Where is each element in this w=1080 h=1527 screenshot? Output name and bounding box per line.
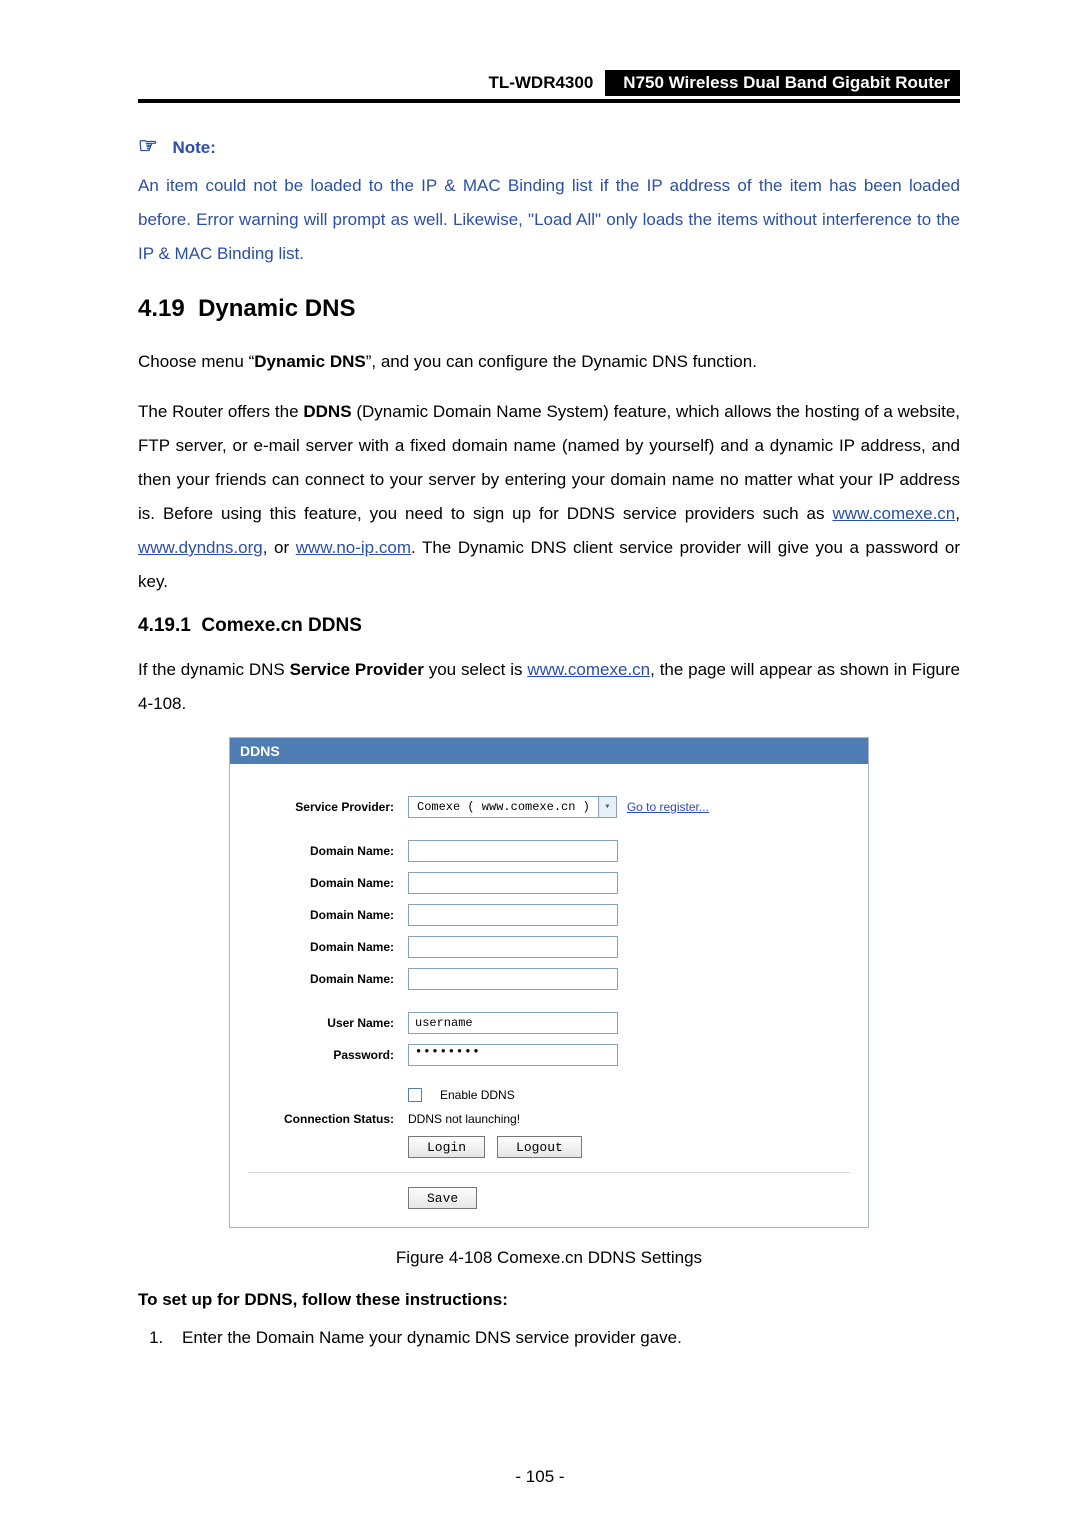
setup-heading: To set up for DDNS, follow these instruc… (138, 1290, 960, 1310)
model-label: TL-WDR4300 (476, 70, 605, 96)
label-service-provider: Service Provider: (248, 800, 408, 814)
enable-ddns-label: Enable DDNS (440, 1088, 515, 1102)
password-input[interactable]: •••••••• (408, 1044, 618, 1066)
ddns-blank-row (230, 764, 868, 780)
note-hand-icon: ☞ (138, 133, 158, 158)
product-label: N750 Wireless Dual Band Gigabit Router (605, 70, 960, 96)
domain-input-3[interactable] (408, 904, 618, 926)
intro-paragraph-2: The Router offers the DDNS (Dynamic Doma… (138, 395, 960, 599)
page-number: - 105 - (0, 1467, 1080, 1487)
intro-paragraph-1: Choose menu “Dynamic DNS”, and you can c… (138, 345, 960, 379)
login-button[interactable]: Login (408, 1136, 485, 1158)
step-1: Enter the Domain Name your dynamic DNS s… (168, 1328, 960, 1348)
domain-input-2[interactable] (408, 872, 618, 894)
doc-header: TL-WDR4300 N750 Wireless Dual Band Gigab… (138, 70, 960, 96)
header-rule (138, 99, 960, 103)
connection-status-text: DDNS not launching! (408, 1112, 520, 1126)
figure-caption: Figure 4-108 Comexe.cn DDNS Settings (138, 1248, 960, 1268)
link-noip[interactable]: www.no-ip.com (296, 538, 411, 557)
ddns-panel: DDNS Service Provider: Comexe ( www.come… (229, 737, 869, 1228)
register-link[interactable]: Go to register... (627, 800, 709, 814)
label-domain-1: Domain Name: (248, 844, 408, 858)
label-domain-3: Domain Name: (248, 908, 408, 922)
enable-ddns-checkbox[interactable] (408, 1088, 422, 1102)
service-provider-select[interactable]: Comexe ( www.comexe.cn ) ▾ (408, 796, 617, 818)
label-username: User Name: (248, 1016, 408, 1030)
label-domain-2: Domain Name: (248, 876, 408, 890)
link-dyndns[interactable]: www.dyndns.org (138, 538, 263, 557)
logout-button[interactable]: Logout (497, 1136, 582, 1158)
ddns-divider (248, 1172, 850, 1173)
note-label: Note: (172, 138, 215, 157)
subsection-number: 4.19.1 (138, 615, 191, 636)
link-comexe[interactable]: www.comexe.cn (832, 504, 955, 523)
section-heading: 4.19 Dynamic DNS (138, 295, 960, 323)
subsection-intro: If the dynamic DNS Service Provider you … (138, 653, 960, 721)
note-heading: ☞ Note: (138, 133, 960, 159)
note-body: An item could not be loaded to the IP & … (138, 169, 960, 271)
ddns-panel-title: DDNS (230, 738, 868, 764)
label-password: Password: (248, 1048, 408, 1062)
username-input[interactable] (408, 1012, 618, 1034)
label-domain-4: Domain Name: (248, 940, 408, 954)
link-comexe-2[interactable]: www.comexe.cn (527, 660, 650, 679)
domain-input-5[interactable] (408, 968, 618, 990)
label-domain-5: Domain Name: (248, 972, 408, 986)
subsection-title: Comexe.cn DDNS (201, 615, 362, 636)
chevron-down-icon[interactable]: ▾ (598, 797, 616, 817)
steps-list: Enter the Domain Name your dynamic DNS s… (168, 1328, 960, 1348)
domain-input-4[interactable] (408, 936, 618, 958)
service-provider-value: Comexe ( www.comexe.cn ) (409, 800, 598, 814)
domain-input-1[interactable] (408, 840, 618, 862)
subsection-heading: 4.19.1 Comexe.cn DDNS (138, 615, 960, 637)
section-number: 4.19 (138, 295, 185, 322)
label-connection-status: Connection Status: (248, 1112, 408, 1126)
save-button[interactable]: Save (408, 1187, 477, 1209)
section-title: Dynamic DNS (198, 295, 355, 322)
